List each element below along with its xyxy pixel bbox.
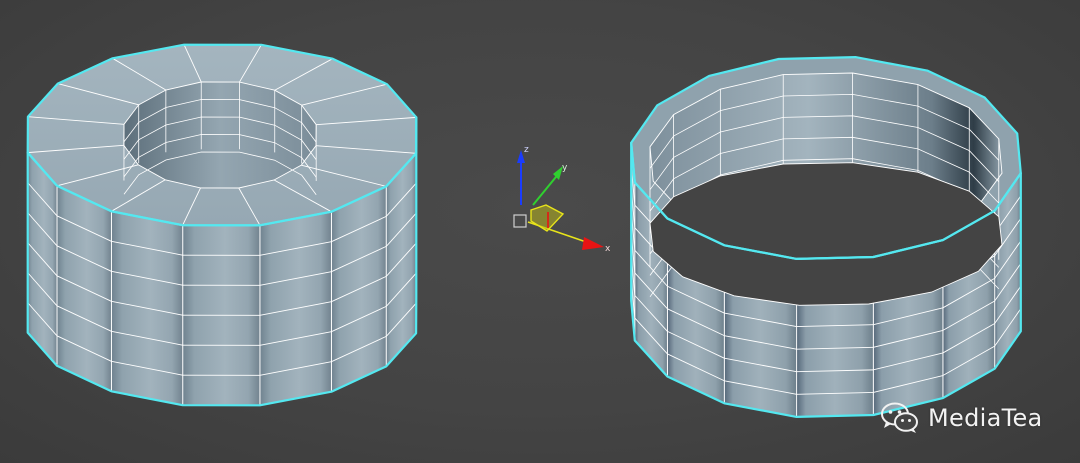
tube-shell-object[interactable] (630, 55, 1022, 418)
viewport-3d[interactable]: z y x MediaTea (0, 0, 1080, 463)
viewport-scene[interactable]: z y x (0, 0, 1080, 463)
wechat-icon (881, 402, 918, 433)
gizmo-y-label: y (562, 163, 568, 173)
tube-object[interactable] (26, 43, 418, 407)
gizmo-x-label: x (605, 244, 611, 254)
transform-gizmo[interactable]: z y x (513, 145, 611, 254)
gizmo-xy-plane-handle[interactable] (530, 204, 565, 232)
watermark-text: MediaTea (928, 404, 1043, 432)
gizmo-x-arrow-icon[interactable] (582, 237, 604, 250)
gizmo-pivot-box[interactable] (513, 214, 527, 228)
inner-opening (123, 81, 317, 189)
gizmo-z-label: z (524, 145, 529, 155)
watermark: MediaTea (880, 400, 1043, 436)
